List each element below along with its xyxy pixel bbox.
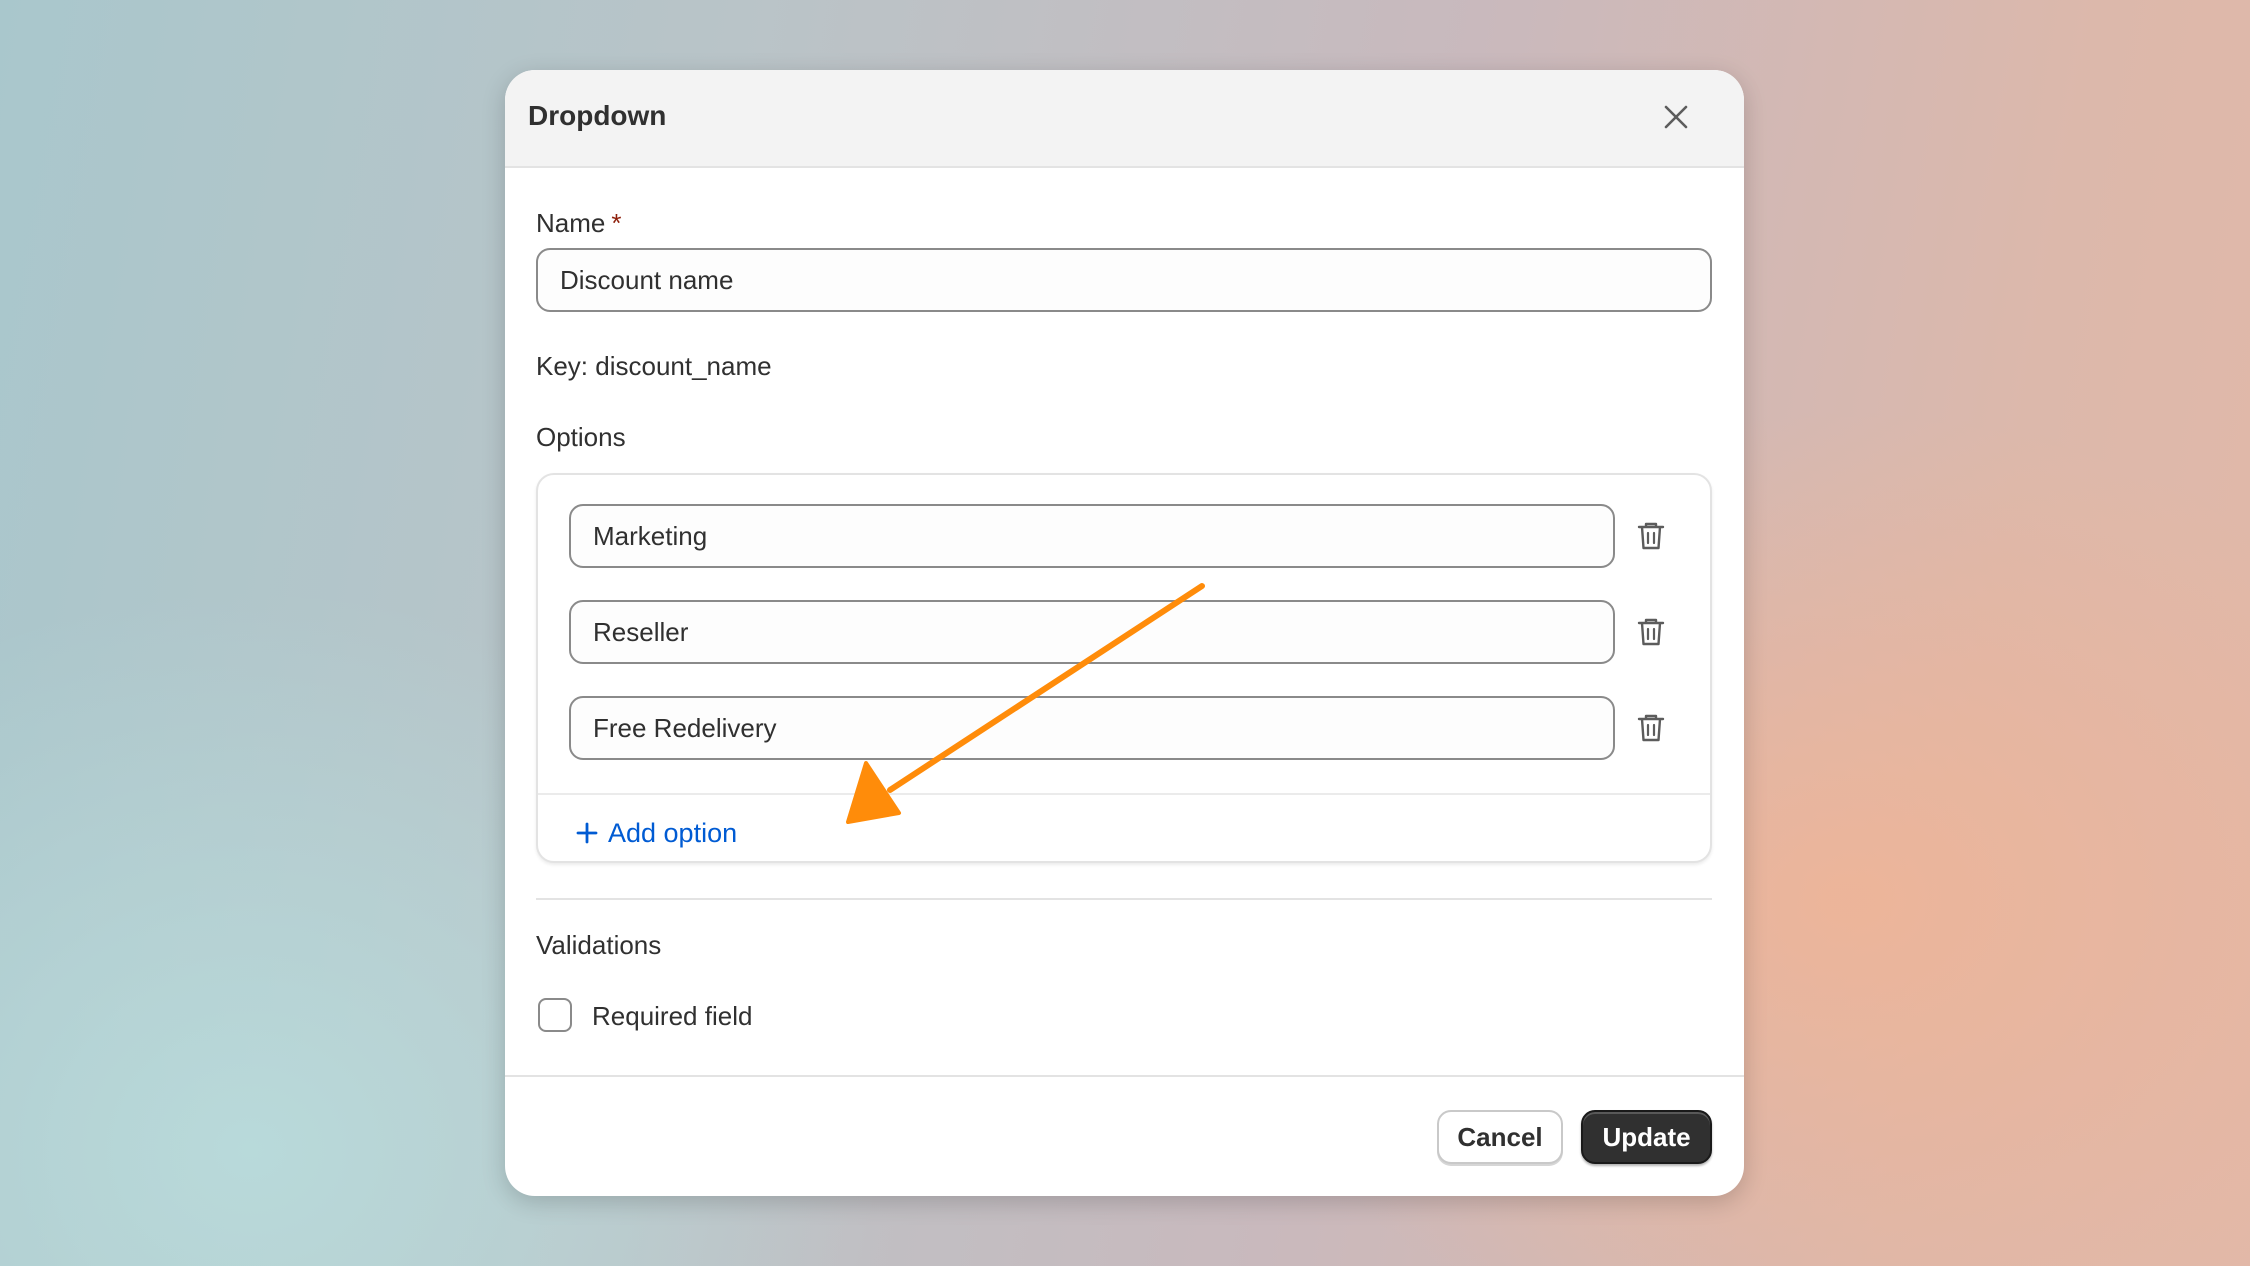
dropdown-modal: Dropdown Name* Key: discount_name Option… [505,70,1744,1196]
option-input-marketing[interactable] [569,504,1615,568]
options-label: Options [536,422,626,452]
key-text: Key: discount_name [536,351,772,381]
footer-divider [505,1075,1744,1077]
delete-option-reseller-button[interactable] [1631,612,1671,652]
option-input-reseller[interactable] [569,600,1615,664]
add-option-label: Add option [608,817,738,848]
modal-header: Dropdown [505,70,1744,168]
trash-icon [1637,618,1665,646]
delete-option-free-redelivery-button[interactable] [1631,708,1671,748]
name-input[interactable] [536,248,1712,312]
name-label: Name * [536,208,621,239]
name-label-text: Name [536,208,606,238]
required-field-label[interactable]: Required field [592,1001,752,1032]
modal-title: Dropdown [528,100,667,131]
options-list: Add option [536,473,1712,863]
close-button[interactable] [1655,96,1697,138]
required-field-checkbox[interactable] [538,998,572,1032]
section-divider [536,898,1712,900]
add-option-button[interactable]: Add option [576,807,737,859]
plus-icon [576,822,598,844]
close-icon [1664,105,1688,129]
update-button[interactable]: Update [1581,1110,1712,1164]
trash-icon [1637,714,1665,742]
option-input-free-redelivery[interactable] [569,696,1615,760]
delete-option-marketing-button[interactable] [1631,516,1671,556]
cancel-button[interactable]: Cancel [1437,1110,1563,1164]
options-divider [538,793,1710,795]
required-star: * [611,208,622,238]
validations-label: Validations [536,930,662,960]
trash-icon [1637,522,1665,550]
